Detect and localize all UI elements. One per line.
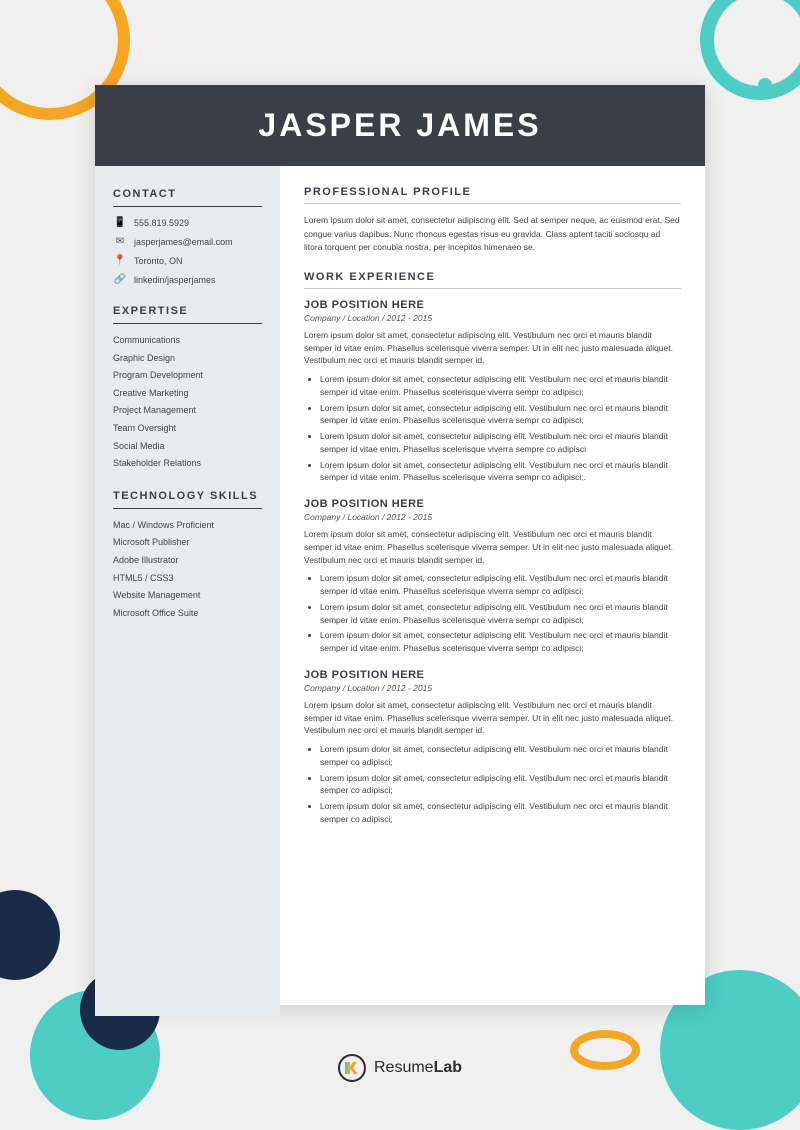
contact-linkedin: 🔗 linkedin/jasperjames	[113, 274, 262, 285]
location-icon: 📍	[113, 255, 127, 266]
profile-divider	[304, 203, 681, 204]
job-company-1: Company / Location / 2012 - 2015	[304, 313, 681, 323]
contact-section: CONTACT 📱 555.819.5929 ✉ jasperjames@ema…	[113, 188, 262, 285]
linkedin-text: linkedin/jasperjames	[134, 275, 216, 285]
job-desc-2: Lorem ipsum dolor sit amet, consectetur …	[304, 528, 681, 566]
email-icon: ✉	[113, 236, 127, 247]
expertise-item: Communications	[113, 334, 262, 347]
work-experience-section: WORK EXPERIENCE JOB POSITION HERE Compan…	[304, 271, 681, 826]
bullet-item: Lorem ipsum dolor sit amet, consectetur …	[320, 402, 681, 428]
job-title-2: JOB POSITION HERE	[304, 498, 681, 510]
expertise-divider	[113, 323, 262, 324]
tech-section: TECHNOLOGY SKILLS Mac / Windows Proficie…	[113, 490, 262, 620]
tech-divider	[113, 508, 262, 509]
bullet-item: Lorem ipsum dolor sit amet, consectetur …	[320, 572, 681, 598]
location-text: Toronto, ON	[134, 256, 183, 266]
expertise-title: EXPERTISE	[113, 305, 262, 317]
resumelab-logo-icon	[338, 1054, 366, 1082]
tech-item: HTML5 / CSS3	[113, 572, 262, 585]
bullet-item: Lorem ipsum dolor sit amet, consectetur …	[320, 743, 681, 769]
applicant-name: JASPER JAMES	[125, 107, 675, 144]
expertise-item: Project Management	[113, 404, 262, 417]
resume-body: CONTACT 📱 555.819.5929 ✉ jasperjames@ema…	[95, 166, 705, 1016]
decoration-orange-oval-bottom	[570, 1030, 640, 1070]
job-bullets-1: Lorem ipsum dolor sit amet, consectetur …	[304, 373, 681, 484]
contact-title: CONTACT	[113, 188, 262, 200]
tech-item: Microsoft Office Suite	[113, 607, 262, 620]
decoration-navy-circle-left	[0, 890, 60, 980]
contact-email: ✉ jasperjames@email.com	[113, 236, 262, 247]
expertise-item: Graphic Design	[113, 352, 262, 365]
tech-title: TECHNOLOGY SKILLS	[113, 490, 262, 502]
tech-item: Mac / Windows Proficient	[113, 519, 262, 532]
work-section-title: WORK EXPERIENCE	[304, 271, 681, 283]
resume-sidebar: CONTACT 📱 555.819.5929 ✉ jasperjames@ema…	[95, 166, 280, 1016]
contact-phone: 📱 555.819.5929	[113, 217, 262, 228]
linkedin-icon: 🔗	[113, 274, 127, 285]
expertise-item: Social Media	[113, 440, 262, 453]
main-content: PROFESSIONAL PROFILE Lorem ipsum dolor s…	[280, 166, 705, 1016]
bullet-item: Lorem ipsum dolor sit amet, consectetur …	[320, 772, 681, 798]
resume-document: JASPER JAMES CONTACT 📱 555.819.5929 ✉ ja…	[95, 85, 705, 1005]
job-title-1: JOB POSITION HERE	[304, 299, 681, 311]
resume-header: JASPER JAMES	[95, 85, 705, 166]
decoration-teal-circle-top	[700, 0, 800, 100]
job-desc-3: Lorem ipsum dolor sit amet, consectetur …	[304, 699, 681, 737]
expertise-item: Team Oversight	[113, 422, 262, 435]
expertise-section: EXPERTISE Communications Graphic Design …	[113, 305, 262, 470]
tech-item: Adobe Illustrator	[113, 554, 262, 567]
job-company-3: Company / Location / 2012 - 2015	[304, 683, 681, 693]
decoration-teal-dot	[758, 78, 772, 92]
bullet-item: Lorem ipsum dolor sit amet, consectetur …	[320, 800, 681, 826]
job-bullets-2: Lorem ipsum dolor sit amet, consectetur …	[304, 572, 681, 655]
expertise-item: Stakeholder Relations	[113, 457, 262, 470]
job-title-3: JOB POSITION HERE	[304, 669, 681, 681]
profile-text: Lorem ipsum dolor sit amet, consectetur …	[304, 214, 681, 255]
contact-location: 📍 Toronto, ON	[113, 255, 262, 266]
phone-icon: 📱	[113, 217, 127, 228]
phone-text: 555.819.5929	[134, 218, 189, 228]
job-bullets-3: Lorem ipsum dolor sit amet, consectetur …	[304, 743, 681, 826]
bullet-item: Lorem ipsum dolor sit amet, consectetur …	[320, 629, 681, 655]
job-desc-1: Lorem ipsum dolor sit amet, consectetur …	[304, 329, 681, 367]
email-text: jasperjames@email.com	[134, 237, 233, 247]
branding-footer: ResumeLab	[338, 1054, 462, 1082]
expertise-item: Creative Marketing	[113, 387, 262, 400]
bullet-item: Lorem ipsum dolor sit amet, consectetur …	[320, 373, 681, 399]
tech-item: Microsoft Publisher	[113, 536, 262, 549]
contact-divider	[113, 206, 262, 207]
bullet-item: Lorem ipsum dolor sit amet, consectetur …	[320, 430, 681, 456]
tech-item: Website Management	[113, 589, 262, 602]
expertise-item: Program Development	[113, 369, 262, 382]
branding-text: ResumeLab	[374, 1059, 462, 1077]
bullet-item: Lorem ipsum dolor sit amet, consectetur …	[320, 459, 681, 485]
work-divider	[304, 288, 681, 289]
bullet-item: Lorem ipsum dolor sit amet, consectetur …	[320, 601, 681, 627]
job-company-2: Company / Location / 2012 - 2015	[304, 512, 681, 522]
profile-section-title: PROFESSIONAL PROFILE	[304, 186, 681, 198]
